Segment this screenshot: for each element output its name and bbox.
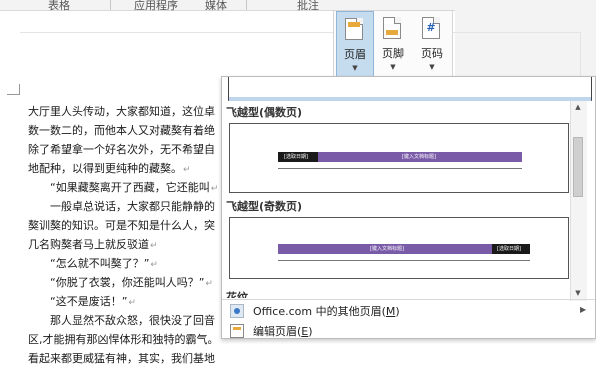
gallery-previous-item[interactable]: [228, 77, 592, 101]
document-line-text: 几名购獒者马上就反驳道: [28, 238, 149, 251]
thumb-rule: [278, 168, 522, 169]
menu-separator: [222, 299, 595, 300]
header-icon: [345, 18, 363, 40]
edit-header-icon: [230, 324, 244, 338]
ribbon-tab-comments[interactable]: 批注: [297, 0, 319, 13]
thumb-dark-band: [选取日期]: [278, 152, 318, 162]
chevron-down-icon: ▼: [429, 63, 435, 71]
document-line-text: 獒训獒的知识。可是不知是什么人，突: [28, 219, 215, 232]
document-line-text: 那人显然不敌众怒，很快没了回音: [50, 314, 215, 327]
menu-label: 编辑页眉(E): [253, 325, 313, 338]
section-title-odd: 飞越型(奇数页): [226, 200, 303, 213]
menu-item-edit-header[interactable]: 编辑页眉(E): [222, 321, 595, 341]
paragraph-mark-icon: ↵: [128, 298, 136, 308]
paragraph-mark-icon: ↵: [150, 260, 158, 270]
document-line-text: 看起来都更威猛有神，其实，我们基地: [28, 352, 215, 365]
page-top-edge: [20, 32, 580, 33]
document-line-text: 大厅里人头传动，大家都知道，这位卓: [28, 105, 215, 118]
thumb-purple-band: [键入文档标题]: [318, 152, 522, 162]
gallery-scroll-thumb[interactable]: [573, 137, 583, 197]
thumb-dark-band: [选取日期]: [492, 244, 530, 254]
scroll-down-icon[interactable]: ▼: [570, 287, 586, 299]
thumb-purple-band: [键入文档标题]: [278, 244, 492, 254]
section-title-even: 飞越型(偶数页): [226, 106, 303, 119]
paragraph-mark-icon: ↵: [183, 165, 191, 175]
page-number-button-label: 页码: [421, 47, 443, 60]
submenu-arrow-icon: ▶: [580, 305, 587, 314]
footer-button-label: 页脚: [382, 47, 404, 60]
document-line-text: 除了希望拿一个好名次外，无不希望自: [28, 143, 215, 156]
header-footer-group: 页眉 ▼ 页脚 ▼ # 页码 ▼: [333, 10, 453, 80]
gallery-scrollbar[interactable]: [570, 101, 587, 301]
document-line-text: 一般卓总说话，大家都只能静静的: [50, 200, 215, 213]
ribbon-right-area: [455, 0, 596, 79]
page-number-button[interactable]: # 页码 ▼: [414, 11, 452, 79]
ribbon-tab-apps[interactable]: 应用程序: [134, 0, 178, 13]
office-icon: [230, 304, 244, 318]
document-line-text: “你脱了衣裳，你还能叫人吗？”: [50, 276, 205, 289]
page-number-icon: #: [422, 17, 440, 39]
header-gallery-dropdown: 飞越型(偶数页) [选取日期] [键入文档标题] 飞越型(奇数页) [键入文档标…: [221, 76, 596, 339]
thumb-rule: [278, 260, 530, 261]
paragraph-mark-icon: ↵: [150, 241, 158, 251]
header-button[interactable]: 页眉 ▼: [336, 11, 374, 79]
header-button-label: 页眉: [344, 48, 366, 61]
chevron-down-icon: ▼: [390, 63, 396, 71]
document-line-text: “这不是废话！”: [50, 295, 128, 308]
document-line-text: 数一数二的，而他本人又对藏獒有着绝: [28, 124, 215, 137]
ribbon-tab-media[interactable]: 媒体: [205, 0, 227, 13]
document-line-text: “怎么就不叫獒了？”: [50, 257, 150, 270]
menu-label: Office.com 中的其他页眉(M): [253, 305, 400, 318]
header-template-odd[interactable]: [键入文档标题] [选取日期]: [229, 217, 569, 279]
footer-button[interactable]: 页脚 ▼: [375, 11, 413, 79]
document-line-text: 地配种，以得到更纯种的藏獒。: [28, 162, 182, 175]
document-line: 看起来都更威猛有神，其实，我们基地: [28, 349, 588, 368]
document-line-text: 区,才能拥有那凶悍体形和独特的霸气。: [28, 333, 219, 346]
page-corner-mark: [7, 84, 20, 95]
header-template-even[interactable]: [选取日期] [键入文档标题]: [229, 123, 569, 193]
scroll-up-icon[interactable]: ▲: [570, 101, 586, 113]
section-title-partial: 花纹: [226, 291, 248, 298]
chevron-down-icon: ▼: [352, 64, 358, 72]
footer-icon: [383, 17, 401, 39]
menu-item-office-headers[interactable]: Office.com 中的其他页眉(M) ▶: [222, 301, 595, 321]
ribbon-separator: [246, 0, 247, 10]
document-line-text: “如果藏獒离开了西藏，它还能叫: [50, 181, 210, 194]
paragraph-mark-icon: ↵: [205, 279, 213, 289]
ribbon-separator: [110, 0, 111, 10]
paragraph-mark-icon: ↵: [210, 184, 219, 194]
ribbon-tab-table[interactable]: 表格: [48, 0, 70, 13]
